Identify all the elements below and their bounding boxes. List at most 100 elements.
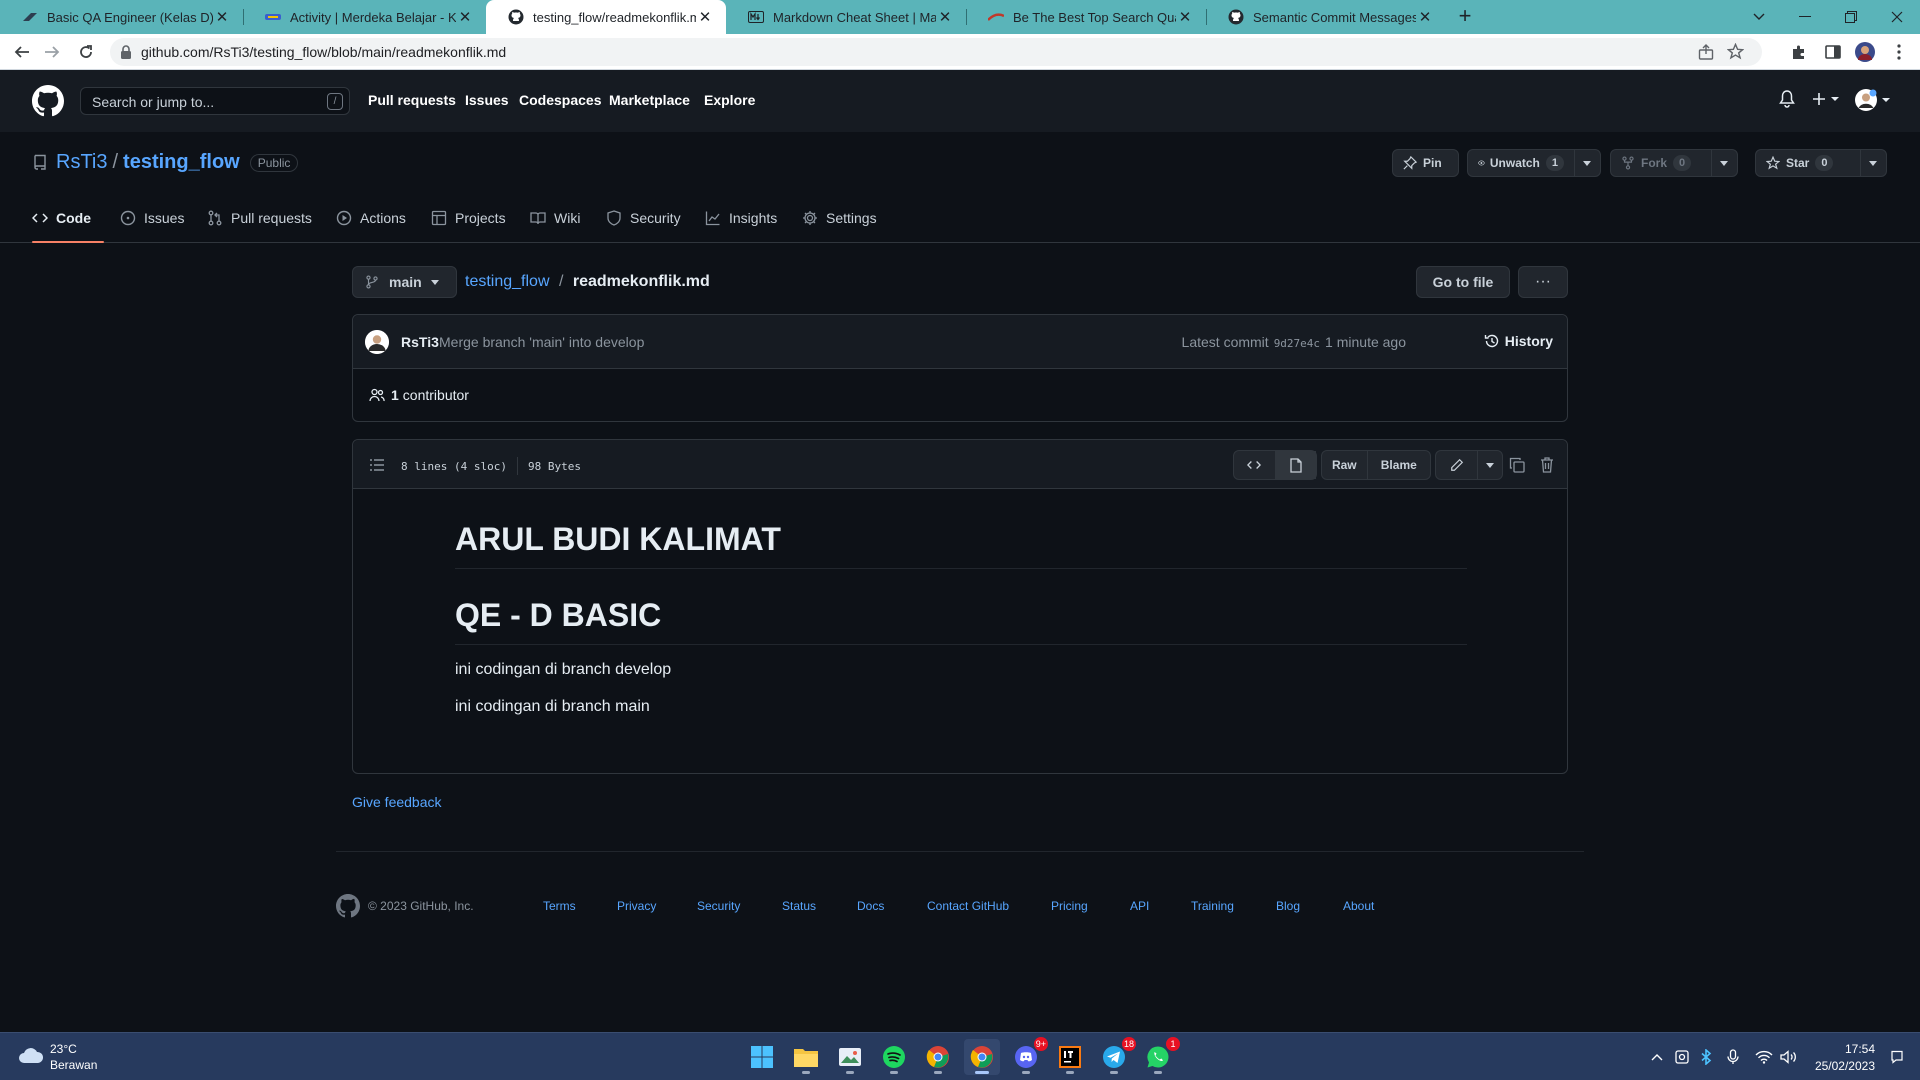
microphone-icon[interactable] (1723, 1047, 1743, 1067)
tab-issues[interactable]: Issues (120, 194, 184, 242)
tab-insights[interactable]: Insights (705, 194, 777, 242)
branch-selector-button[interactable]: main (352, 266, 457, 298)
tab-actions[interactable]: Actions (336, 194, 406, 242)
bookmark-star-icon[interactable] (1727, 43, 1744, 60)
discord-icon[interactable]: 9+ (1008, 1037, 1048, 1075)
outline-list-icon[interactable] (369, 457, 385, 473)
commit-message-link[interactable]: Merge branch 'main' into develop (439, 334, 644, 350)
extensions-puzzle-icon[interactable] (1788, 41, 1810, 63)
tab-settings[interactable]: Settings (802, 194, 877, 242)
tab-code[interactable]: Code (32, 194, 104, 243)
nav-codespaces[interactable]: Codespaces (519, 92, 601, 108)
tab-search-chevron-icon[interactable] (1736, 0, 1782, 34)
photos-app-icon[interactable] (832, 1039, 868, 1075)
breadcrumb-repo-link[interactable]: testing_flow (465, 273, 550, 290)
fork-dropdown-caret-icon[interactable] (1711, 150, 1736, 176)
footer-link-status[interactable]: Status (782, 899, 816, 913)
tab-security[interactable]: Security (606, 194, 681, 242)
notifications-bell-icon[interactable] (1779, 90, 1795, 108)
star-button[interactable]: Star 0 (1755, 149, 1887, 177)
browser-tab[interactable]: Basic QA Engineer (Kelas D) ✕ (0, 0, 244, 34)
cloud-weather-icon[interactable] (18, 1046, 44, 1064)
wifi-icon[interactable] (1754, 1047, 1774, 1067)
footer-link-pricing[interactable]: Pricing (1051, 899, 1088, 913)
tab-close-icon[interactable]: ✕ (696, 8, 714, 26)
weather-temperature[interactable]: 23°C (50, 1042, 77, 1056)
share-icon[interactable] (1698, 44, 1714, 60)
footer-link-training[interactable]: Training (1191, 899, 1234, 913)
weather-description[interactable]: Berawan (50, 1058, 97, 1072)
chrome-active-icon[interactable] (964, 1039, 1000, 1075)
github-logo-icon[interactable] (32, 85, 64, 117)
avatar[interactable] (365, 330, 389, 354)
watch-dropdown-caret-icon[interactable] (1574, 150, 1599, 176)
intellij-icon[interactable] (1052, 1039, 1088, 1075)
nav-issues[interactable]: Issues (465, 92, 509, 108)
tab-close-icon[interactable]: ✕ (213, 8, 231, 26)
browser-tab[interactable]: Be The Best Top Search Quality E ✕ (966, 0, 1207, 34)
edit-dropdown-caret-icon[interactable] (1477, 451, 1502, 479)
browser-tab[interactable]: Activity | Merdeka Belajar - Kamp ✕ (243, 0, 487, 34)
commit-sha-link[interactable]: 9d27e4c (1274, 337, 1320, 350)
security-tray-icon[interactable] (1672, 1047, 1692, 1067)
nav-explore[interactable]: Explore (704, 92, 755, 108)
github-search-input[interactable]: Search or jump to... / (80, 87, 350, 115)
tab-wiki[interactable]: Wiki (530, 194, 580, 242)
fork-button[interactable]: Fork 0 (1610, 149, 1738, 177)
restore-button[interactable] (1828, 0, 1874, 34)
tab-projects[interactable]: Projects (431, 194, 506, 242)
repo-name-link[interactable]: testing_flow (123, 151, 240, 174)
history-button[interactable]: History (1484, 333, 1553, 349)
more-options-button[interactable]: ··· (1518, 266, 1568, 298)
forward-button[interactable] (40, 40, 64, 64)
footer-link-terms[interactable]: Terms (543, 899, 576, 913)
footer-link-contact[interactable]: Contact GitHub (927, 899, 1009, 913)
edit-pencil-icon[interactable] (1436, 451, 1477, 479)
profile-avatar[interactable] (1854, 41, 1876, 63)
reload-button[interactable] (74, 40, 98, 64)
clock-date[interactable]: 25/02/2023 (1815, 1059, 1875, 1073)
show-hidden-icons-chevron-icon[interactable] (1647, 1047, 1667, 1067)
tab-close-icon[interactable]: ✕ (1416, 8, 1434, 26)
telegram-icon[interactable]: 18 (1096, 1037, 1136, 1075)
address-bar[interactable]: github.com/RsTi3/testing_flow/blob/main/… (110, 38, 1762, 66)
delete-trash-icon[interactable] (1540, 457, 1554, 473)
source-view-code-icon[interactable] (1234, 451, 1275, 479)
browser-menu-icon[interactable] (1888, 41, 1910, 63)
user-avatar-menu[interactable] (1855, 89, 1891, 111)
contributors-link[interactable]: 1 contributor (369, 387, 469, 403)
lock-icon[interactable] (120, 44, 132, 60)
go-to-file-button[interactable]: Go to file (1416, 266, 1510, 298)
windows-start-icon[interactable] (744, 1039, 780, 1075)
raw-button[interactable]: Raw (1322, 451, 1367, 479)
footer-link-blog[interactable]: Blog (1276, 899, 1300, 913)
footer-link-security[interactable]: Security (697, 899, 740, 913)
tab-close-icon[interactable]: ✕ (456, 8, 474, 26)
github-footer-logo-icon[interactable] (336, 894, 360, 918)
footer-link-about[interactable]: About (1343, 899, 1374, 913)
create-new-plus-icon[interactable] (1812, 92, 1840, 106)
browser-tab-active[interactable]: testing_flow/readmekonflik.md a ✕ (486, 0, 726, 34)
footer-link-api[interactable]: API (1130, 899, 1149, 913)
give-feedback-link[interactable]: Give feedback (352, 794, 442, 810)
whatsapp-icon[interactable]: 1 (1140, 1037, 1180, 1075)
browser-tab[interactable]: Semantic Commit Messages ✕ (1206, 0, 1446, 34)
side-panel-icon[interactable] (1822, 41, 1844, 63)
notification-center-icon[interactable] (1887, 1047, 1907, 1067)
close-window-button[interactable] (1874, 0, 1920, 34)
new-tab-button[interactable]: + (1452, 4, 1478, 30)
footer-link-docs[interactable]: Docs (857, 899, 884, 913)
nav-marketplace[interactable]: Marketplace (609, 92, 690, 108)
chrome-profile-icon[interactable] (920, 1039, 956, 1075)
file-explorer-icon[interactable] (788, 1039, 824, 1075)
volume-icon[interactable] (1779, 1047, 1799, 1067)
clock-time[interactable]: 17:54 (1845, 1042, 1875, 1056)
tab-pull-requests[interactable]: Pull requests (207, 194, 312, 242)
spotify-icon[interactable] (876, 1039, 912, 1075)
copy-raw-icon[interactable] (1509, 457, 1525, 473)
minimize-button[interactable] (1782, 0, 1828, 34)
nav-pull-requests[interactable]: Pull requests (368, 92, 456, 108)
commit-author-link[interactable]: RsTi3 (401, 334, 439, 350)
back-button[interactable] (10, 40, 34, 64)
bluetooth-icon[interactable] (1696, 1047, 1716, 1067)
